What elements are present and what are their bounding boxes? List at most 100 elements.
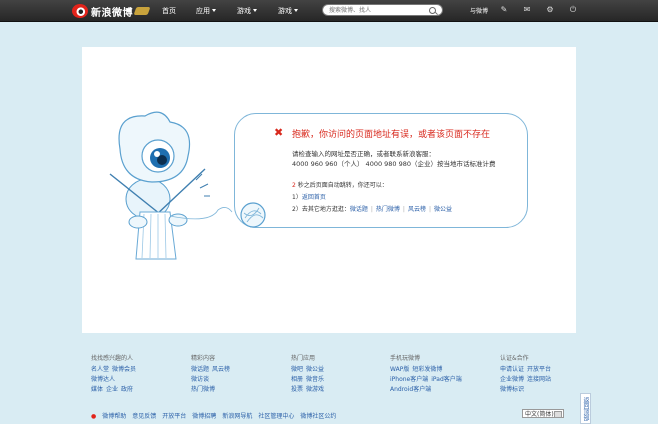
footer-link[interactable]: 微音乐 — [306, 376, 324, 383]
footer-link[interactable]: 社区管理中心 — [258, 413, 294, 420]
footer-link[interactable]: 风云榜 — [212, 366, 230, 373]
footer-link[interactable]: 微博达人 — [91, 376, 115, 383]
footer-link[interactable]: 投票 — [291, 386, 303, 393]
footer-row: 企业微博 连接网站 — [500, 375, 554, 385]
footer-heading: 找找感兴趣的人 — [91, 355, 134, 362]
option-browse: 2）去其它地方逛逛：微话题 | 热门微博 | 风云榜 | 微公益 — [292, 204, 452, 213]
nav-home[interactable]: 首页 — [162, 0, 176, 21]
footer-link[interactable]: 微吧 — [291, 366, 303, 373]
countdown-line: 2 秒之后页面自动跳转，你还可以： — [292, 180, 388, 189]
footer-row: 微吧 微公益 — [291, 365, 327, 375]
error-title: 抱歉，你访问的页面地址有误，或者该页面不存在 — [292, 130, 491, 140]
footer-link[interactable]: 微博会员 — [112, 366, 136, 373]
nav-games[interactable]: 游戏 — [237, 0, 257, 21]
language-select[interactable]: 中文(简体) — [522, 409, 564, 418]
footer-row: 微博达人 — [91, 375, 139, 385]
option-number: 2） — [292, 206, 302, 213]
footer-link[interactable]: 开放平台 — [527, 366, 551, 373]
footer-col-people: 找找感兴趣的人 名人堂 微博会员 微博达人 媒体 企业 政府 — [91, 353, 139, 395]
chevron-down-icon — [253, 9, 257, 12]
top-nav-bar: 新浪微博 首页 应用 游戏 游戏 与微博 ✎ ✉ ⚙ ⏻ — [0, 0, 658, 22]
footer-col-mobile: 手机玩微博 WAP版 短彩发微博 iPhone客户端 iPad客户端 Android… — [390, 353, 465, 395]
footer-link[interactable]: 申请认证 — [500, 366, 524, 373]
nav-apps-label: 应用 — [196, 6, 210, 15]
compose-icon[interactable]: ✎ — [499, 5, 509, 15]
nav-home-label: 首页 — [162, 6, 176, 15]
separator: | — [402, 206, 405, 213]
power-icon[interactable]: ⏻ — [568, 5, 578, 15]
footer-link[interactable]: 微游戏 — [306, 386, 324, 393]
footer-row: 媒体 企业 政府 — [91, 385, 139, 395]
chevron-down-icon — [294, 9, 298, 12]
link-topics[interactable]: 微话题 — [350, 206, 368, 213]
footer-link[interactable]: 微公益 — [306, 366, 324, 373]
option-browse-text: 去其它地方逛逛： — [301, 206, 350, 213]
weibo-small-icon: ● — [91, 413, 97, 420]
footer-col-partner: 认证&合作 申请认证 开放平台 企业微博 连接网站 微博标识 — [500, 353, 554, 395]
nav-games-2-label: 游戏 — [278, 6, 292, 15]
weibo-eye-icon — [72, 4, 88, 18]
footer-link[interactable]: 名人堂 — [91, 366, 109, 373]
chevron-down-icon — [212, 9, 216, 12]
footer-row: 热门微博 — [191, 385, 233, 395]
logo-text: 新浪微博 — [91, 7, 133, 19]
search-input[interactable] — [329, 5, 425, 15]
service-phone: 4000 960 960（个人） 4000 980 980（企业）按当地市话标准… — [292, 160, 496, 168]
footer-row: 微访谈 — [191, 375, 233, 385]
footer-row: Android客户端 — [390, 385, 465, 395]
footer-link[interactable]: 媒体 — [91, 386, 103, 393]
link-hot-weibo[interactable]: 热门微博 — [376, 206, 400, 213]
footer-col-content: 精彩内容 微话题 风云榜 微访谈 热门微博 — [191, 353, 233, 395]
footer-link[interactable]: 短彩发微博 — [412, 366, 442, 373]
countdown-text: 秒之后页面自动跳转，你还可以： — [297, 182, 388, 189]
back-home-link[interactable]: 返回首页 — [302, 194, 326, 201]
footer-heading: 热门应用 — [291, 355, 316, 362]
footer-link[interactable]: 微博招聘 — [192, 413, 216, 420]
option-number: 1） — [292, 194, 302, 201]
footer-link[interactable]: 热门微博 — [191, 386, 215, 393]
footer-link[interactable]: 微访谈 — [191, 376, 209, 383]
footer-link[interactable]: WAP版 — [390, 366, 409, 373]
footer-heading: 认证&合作 — [500, 355, 529, 362]
footer-heading: 手机玩微博 — [390, 355, 421, 362]
nav-games-2[interactable]: 游戏 — [278, 0, 298, 21]
separator: | — [428, 206, 431, 213]
footer-row: WAP版 短彩发微博 — [390, 365, 465, 375]
option-home: 1）返回首页 — [292, 192, 326, 201]
footer-link[interactable]: 意见反馈 — [132, 413, 156, 420]
footer-link[interactable]: 微博帮助 — [102, 413, 126, 420]
footer-link[interactable]: 微博标识 — [500, 386, 524, 393]
username-link[interactable]: 与微博 — [470, 6, 488, 15]
weibo-logo[interactable]: 新浪微博 — [72, 1, 151, 21]
back-to-top-button[interactable]: 返回顶部 — [580, 393, 591, 424]
search-icon[interactable] — [429, 7, 436, 14]
footer-row: 名人堂 微博会员 — [91, 365, 139, 375]
footer-link[interactable]: 新浪网导航 — [222, 413, 252, 420]
footer-link[interactable]: 企业微博 — [500, 376, 524, 383]
yarn-ball-icon — [240, 202, 266, 228]
link-charity[interactable]: 微公益 — [434, 206, 452, 213]
footer-row: 相册 微音乐 — [291, 375, 327, 385]
link-rankings[interactable]: 风云榜 — [408, 206, 426, 213]
gear-icon[interactable]: ⚙ — [545, 5, 555, 15]
nav-apps[interactable]: 应用 — [196, 0, 216, 21]
footer-link[interactable]: 企业 — [106, 386, 118, 393]
footer-link[interactable]: 微博社区公约 — [300, 413, 336, 420]
footer-link[interactable]: 开放平台 — [162, 413, 186, 420]
separator: | — [370, 206, 373, 213]
footer-link[interactable]: 相册 — [291, 376, 303, 383]
footer-heading: 精彩内容 — [191, 355, 216, 362]
footer-link[interactable]: iPhone客户端 — [390, 376, 428, 383]
logo-badge-icon — [133, 7, 151, 15]
footer-link[interactable]: iPad客户端 — [431, 376, 462, 383]
footer-link[interactable]: 连接网站 — [527, 376, 551, 383]
footer-row: 微博标识 — [500, 385, 554, 395]
message-icon[interactable]: ✉ — [522, 5, 532, 15]
footer-link[interactable]: 政府 — [121, 386, 133, 393]
footer-row: 微话题 风云榜 — [191, 365, 233, 375]
footer-link[interactable]: 微话题 — [191, 366, 209, 373]
error-x-icon: ✖ — [274, 126, 284, 139]
search-box — [322, 4, 443, 16]
countdown-number: 2 — [292, 182, 296, 189]
footer-link[interactable]: Android客户端 — [390, 386, 431, 393]
